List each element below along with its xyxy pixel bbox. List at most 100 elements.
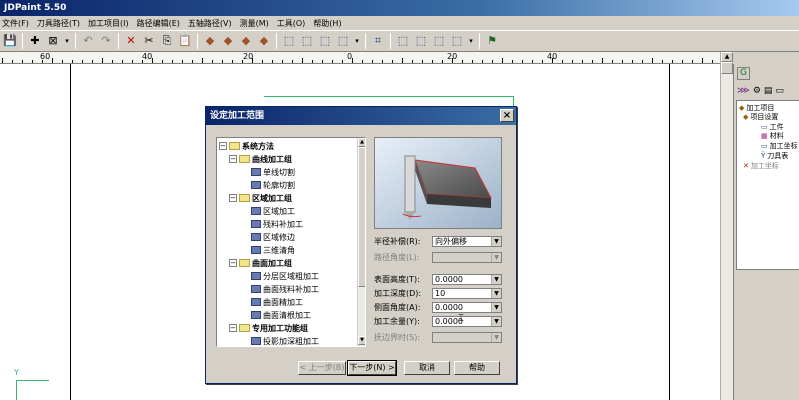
depth-input[interactable]: 10 ▼: [432, 287, 502, 299]
delete-icon[interactable]: ✕: [123, 33, 139, 49]
tree-item[interactable]: 区域修边: [251, 231, 295, 243]
vertical-scrollbar[interactable]: ▲: [720, 52, 733, 400]
ruler-tick: [232, 60, 233, 63]
tree-item[interactable]: 区域加工: [251, 205, 295, 217]
copy-icon[interactable]: ⎘: [159, 33, 175, 49]
tree-item[interactable]: 三维清角: [251, 244, 295, 256]
help-button[interactable]: 帮助: [454, 361, 500, 375]
paste-icon[interactable]: 📋: [177, 33, 193, 49]
window-select-icon[interactable]: ⊠: [45, 33, 61, 49]
tree-scrollbar[interactable]: ▲ ▼: [357, 138, 365, 346]
tree-item-coord-system[interactable]: ✕ 加工坐标: [743, 161, 779, 171]
dropdown-arrow-icon[interactable]: ▾: [467, 33, 475, 49]
menu-file[interactable]: 文件(F): [2, 18, 29, 29]
chevron-down-icon[interactable]: ▼: [491, 236, 501, 246]
ruler-tick: [202, 58, 203, 63]
view-box-icon[interactable]: ◆: [220, 33, 236, 49]
menu-help[interactable]: 帮助(H): [313, 18, 341, 29]
tree-item[interactable]: 投影加深粗加工: [251, 335, 319, 346]
operation-icon: [251, 220, 261, 228]
chevron-down-icon[interactable]: ▼: [491, 274, 501, 284]
redo-icon[interactable]: ↷: [98, 33, 114, 49]
cube-view-icon[interactable]: ⬚: [299, 33, 315, 49]
tree-item[interactable]: 残料补加工: [251, 218, 303, 230]
cube-view-icon[interactable]: ⬚: [413, 33, 429, 49]
view-box-icon[interactable]: ◆: [202, 33, 218, 49]
close-button[interactable]: ×: [500, 109, 514, 122]
cube-view-icon[interactable]: ⬚: [335, 33, 351, 49]
scroll-up-icon[interactable]: ▲: [358, 138, 365, 147]
tree-item[interactable]: 曲面残料补加工: [251, 283, 319, 295]
snap-icon[interactable]: ⌗: [370, 33, 386, 49]
tree-root[interactable]: − 系统方法: [219, 140, 274, 152]
prev-button[interactable]: < 上一步(B): [298, 361, 346, 375]
path-angle-select[interactable]: ▼: [432, 251, 502, 263]
collapse-icon[interactable]: −: [229, 324, 237, 332]
method-tree[interactable]: − 系统方法 − 曲线加工组 单线切割 轮廓切割 − 区域加工组 区域加工 残料补加工 区域修边…: [216, 137, 366, 347]
ruler-tick: [542, 60, 543, 63]
collapse-icon[interactable]: −: [229, 155, 237, 163]
folder-icon: [239, 155, 250, 163]
cube-view-icon[interactable]: ⬚: [317, 33, 333, 49]
undo-icon[interactable]: ↶: [80, 33, 96, 49]
menu-machining-project[interactable]: 加工项目(I): [88, 18, 129, 29]
view-box-icon[interactable]: ◆: [238, 33, 254, 49]
chevron-down-icon[interactable]: ▼: [491, 288, 501, 298]
layer-tool-icon[interactable]: ⚑: [484, 33, 500, 49]
operation-icon: [251, 311, 261, 319]
save-icon[interactable]: 💾: [2, 33, 18, 49]
dropdown-arrow-icon[interactable]: ▾: [63, 33, 71, 49]
crosshair-icon[interactable]: ✚: [27, 33, 43, 49]
dropdown-arrow-icon[interactable]: ▾: [353, 33, 361, 49]
scroll-thumb[interactable]: [358, 147, 365, 287]
side-angle-input[interactable]: 0.0000 ▼: [432, 301, 502, 313]
chevron-down-icon[interactable]: ▼: [491, 252, 501, 262]
scroll-thumb[interactable]: [721, 62, 733, 74]
chevron-down-icon[interactable]: ▼: [491, 302, 501, 312]
allowance-input[interactable]: 0.0000 ▼: [432, 315, 502, 327]
tree-item[interactable]: 曲面精加工: [251, 296, 303, 308]
chevron-down-icon[interactable]: ▼: [491, 332, 501, 342]
tree-group[interactable]: − 曲线加工组: [229, 153, 292, 165]
folder-icon[interactable]: ▭: [775, 86, 784, 96]
collapse-icon[interactable]: −: [229, 259, 237, 267]
scroll-down-icon[interactable]: ▼: [358, 336, 365, 345]
collapse-icon[interactable]: −: [219, 142, 227, 150]
collapse-icon[interactable]: −: [229, 194, 237, 202]
ruler-tick: [312, 60, 313, 63]
list-icon[interactable]: ▤: [764, 86, 773, 96]
tool-path-icon[interactable]: ⋙: [737, 86, 750, 96]
next-button[interactable]: 下一步(N) >: [347, 360, 397, 376]
menu-path-edit[interactable]: 路径编辑(E): [137, 18, 180, 29]
menu-measure[interactable]: 测量(M): [240, 18, 269, 29]
tree-item[interactable]: 曲面清根加工: [251, 309, 311, 321]
ruler-tick: [242, 60, 243, 63]
tree-item-material[interactable]: ▦ 材料: [761, 131, 784, 141]
menu-five-axis-path[interactable]: 五轴路径(V): [188, 18, 232, 29]
view-box-icon[interactable]: ◆: [256, 33, 272, 49]
chevron-down-icon[interactable]: ▼: [491, 316, 501, 326]
menu-tools[interactable]: 工具(O): [277, 18, 306, 29]
radius-comp-select[interactable]: 向外偏移 ▼: [432, 235, 502, 247]
tree-item[interactable]: 单线切割: [251, 166, 295, 178]
cube-view-icon[interactable]: ⬚: [395, 33, 411, 49]
tree-item[interactable]: 轮廓切割: [251, 179, 295, 191]
scroll-up-icon[interactable]: ▲: [721, 52, 733, 62]
tree-item-tool-table[interactable]: Ÿ 刀具表: [761, 151, 788, 161]
boundary-select[interactable]: ▼: [432, 331, 502, 343]
tree-group[interactable]: − 曲面加工组: [229, 257, 292, 269]
tree-item-project-settings[interactable]: ◆ 项目设置: [743, 112, 778, 122]
surface-height-input[interactable]: 0.0000 ▼: [432, 273, 502, 285]
panel-tab-icon[interactable]: G: [737, 67, 750, 80]
settings-icon[interactable]: ⚙: [753, 86, 761, 96]
cube-view-icon[interactable]: ⬚: [281, 33, 297, 49]
tree-group[interactable]: − 专用加工功能组: [229, 322, 308, 334]
cut-icon[interactable]: ✂: [141, 33, 157, 49]
tree-item[interactable]: 分层区域粗加工: [251, 270, 319, 282]
cube-view-icon[interactable]: ⬚: [431, 33, 447, 49]
cancel-button[interactable]: 取消: [404, 361, 450, 375]
cube-view-icon[interactable]: ⬚: [449, 33, 465, 49]
tree-group[interactable]: − 区域加工组: [229, 192, 292, 204]
menu-toolpath[interactable]: 刀具路径(T): [37, 18, 80, 29]
tree-item-machining-coord[interactable]: ▭ 加工坐标: [761, 141, 798, 151]
